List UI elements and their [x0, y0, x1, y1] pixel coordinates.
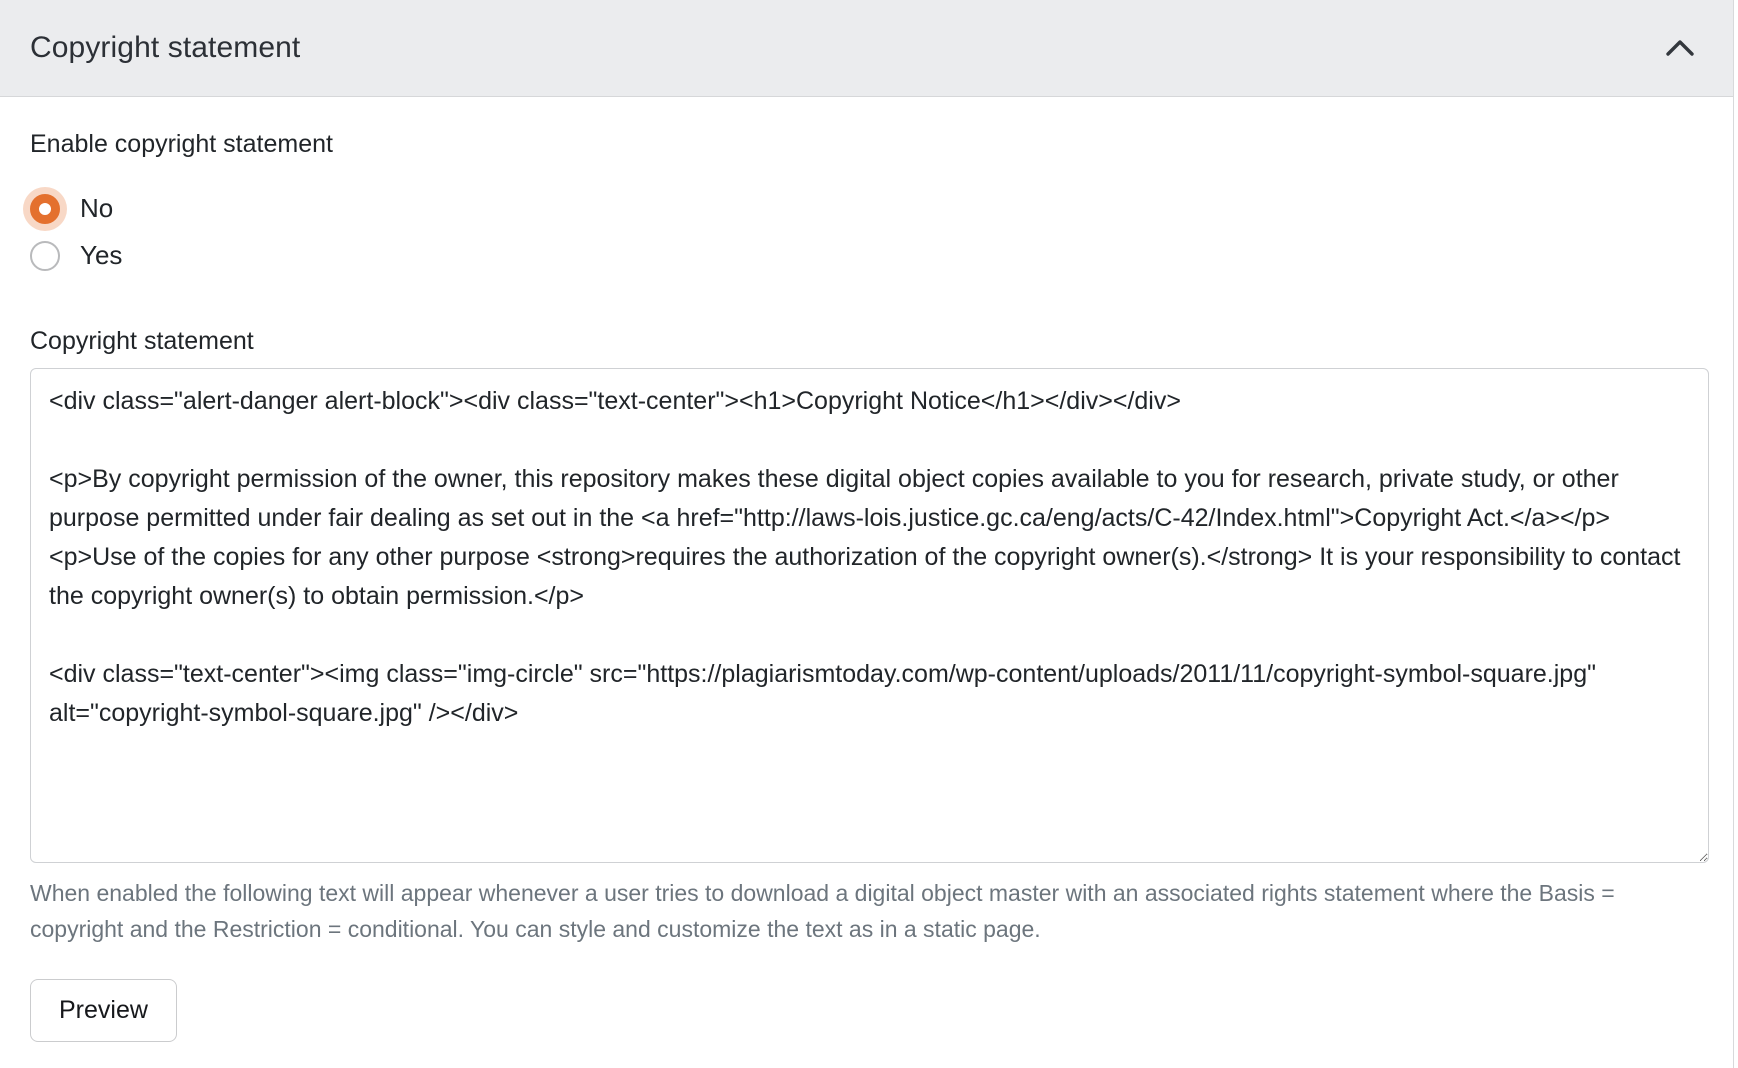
panel-body: Enable copyright statement No Yes Copyri… [0, 97, 1733, 1042]
enable-copyright-radio-group: No Yes [30, 185, 1703, 279]
preview-button[interactable]: Preview [30, 979, 177, 1042]
copyright-statement-help-text: When enabled the following text will app… [30, 875, 1650, 947]
copyright-statement-label: Copyright statement [30, 324, 1703, 358]
radio-yes-label: Yes [80, 240, 122, 271]
enable-copyright-label: Enable copyright statement [30, 127, 1703, 161]
chevron-up-icon [1665, 36, 1695, 60]
collapse-toggle-button[interactable] [1659, 30, 1701, 66]
radio-no-label: No [80, 193, 113, 224]
copyright-statement-panel: Copyright statement Enable copyright sta… [0, 0, 1734, 1068]
radio-no-input[interactable] [30, 194, 60, 224]
radio-option-yes[interactable]: Yes [30, 232, 122, 279]
panel-title: Copyright statement [30, 31, 300, 65]
radio-yes-input[interactable] [30, 241, 60, 271]
radio-option-no[interactable]: No [30, 185, 113, 232]
panel-header: Copyright statement [0, 0, 1733, 97]
copyright-statement-textarea[interactable]: <div class="alert-danger alert-block"><d… [30, 368, 1709, 863]
